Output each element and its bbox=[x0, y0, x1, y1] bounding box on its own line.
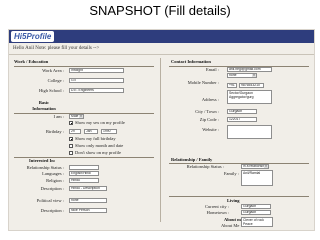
birthday-year-select[interactable]: 1990 bbox=[101, 129, 117, 134]
family-relationship-label: Relationship Status : bbox=[186, 164, 224, 169]
bday-full-checkbox[interactable] bbox=[69, 137, 73, 141]
chevron-down-icon: ▾ bbox=[252, 73, 256, 77]
iam-value: Male bbox=[71, 114, 79, 118]
family-relationship-select[interactable]: in a relationship ▾ bbox=[241, 164, 269, 169]
iam-select[interactable]: Male ▾ bbox=[69, 114, 84, 119]
family-textarea[interactable]: Anil/Ramlal bbox=[241, 170, 273, 186]
mobile-label: Mobile Number : bbox=[187, 80, 219, 85]
birthday-day-select[interactable]: 29 bbox=[69, 129, 81, 134]
city-label: City / Town : bbox=[195, 109, 219, 114]
chevron-down-icon: ▾ bbox=[264, 164, 268, 168]
work-education-heading: Work / Education bbox=[14, 59, 49, 64]
show-sex-label: Show my sex on my profile bbox=[75, 120, 125, 125]
email-visibility-value: none bbox=[229, 73, 237, 77]
address-textarea[interactable]: Sector/Gurgaon Aggregator/gurg bbox=[227, 90, 272, 104]
fill-details-notice: Hello Anil Note: please fill your detail… bbox=[13, 46, 100, 51]
high-school-field[interactable]: D.E. Engineers bbox=[69, 88, 124, 93]
website-textarea[interactable] bbox=[227, 125, 272, 139]
bday-hide-checkbox[interactable] bbox=[69, 151, 73, 155]
iam-label: I am : bbox=[53, 114, 65, 119]
profile-screenshot: Hi5Profile Hello Anil Note: please fill … bbox=[9, 30, 314, 230]
contact-info-heading: Contact Information bbox=[171, 59, 211, 64]
family-label: Family : bbox=[223, 171, 239, 176]
languages-label: Languages : bbox=[42, 171, 64, 176]
work-education-rule bbox=[14, 66, 154, 67]
site-logo[interactable]: Hi5Profile bbox=[11, 31, 55, 42]
interested-in-heading: Interested In: bbox=[29, 158, 56, 163]
zip-label: Zip Code : bbox=[199, 117, 219, 122]
relationship-status-field[interactable] bbox=[69, 165, 99, 170]
political-view-label: Political view : bbox=[36, 198, 64, 203]
political-view-field[interactable]: none bbox=[69, 198, 107, 203]
email-field[interactable]: anil.negi@gmail.com bbox=[227, 67, 272, 72]
about-me-label: About Me : bbox=[221, 223, 242, 228]
political-description-field[interactable]: Nice Person bbox=[69, 208, 107, 213]
birthday-month-select[interactable]: Jan bbox=[84, 129, 98, 134]
slide-title: SNAPSHOT (Fill details) bbox=[89, 3, 231, 18]
college-label: College : bbox=[47, 78, 64, 83]
bday-hide-label: Don't show on my profile bbox=[75, 150, 122, 155]
email-visibility-select[interactable]: none ▾ bbox=[227, 73, 257, 78]
religion-description-label: Description : bbox=[40, 186, 64, 191]
religion-description-field[interactable]: Hindu - Description bbox=[69, 186, 107, 191]
mobile-code-field[interactable]: +91 bbox=[227, 83, 237, 88]
zip-field[interactable]: 122017 bbox=[227, 117, 257, 122]
email-label: Email : bbox=[205, 67, 219, 72]
about-me-textarea[interactable]: Clever of rock Peace bbox=[241, 217, 273, 227]
religion-field[interactable]: Hindu bbox=[69, 178, 99, 183]
hometown-label: Hometown : bbox=[206, 210, 229, 215]
hometown-field[interactable]: Gurgaon bbox=[241, 210, 271, 215]
birthday-label: Birthday : bbox=[45, 129, 64, 134]
website-label: Website : bbox=[202, 127, 219, 132]
languages-field[interactable]: English/Hindi bbox=[69, 171, 99, 176]
header-bar: Hi5Profile bbox=[9, 30, 314, 43]
show-sex-checkbox[interactable] bbox=[69, 121, 73, 125]
bday-month-date-label: Show only month and date bbox=[75, 143, 124, 148]
bday-full-label: Show my full birthday bbox=[75, 136, 116, 141]
basic-info-heading: Basic Information bbox=[32, 100, 56, 111]
current-city-field[interactable]: Gurgaon bbox=[241, 204, 271, 209]
chevron-down-icon: ▾ bbox=[79, 114, 83, 118]
works-at-label: Work Area : bbox=[42, 68, 64, 73]
living-rule bbox=[169, 196, 309, 197]
column-divider bbox=[160, 58, 161, 222]
political-description-label: Description : bbox=[40, 208, 64, 213]
works-at-field[interactable]: Infolight bbox=[69, 68, 124, 73]
mobile-number-field[interactable]: 9876543210 bbox=[239, 83, 264, 88]
address-label: Address : bbox=[201, 97, 219, 102]
bday-month-date-checkbox[interactable] bbox=[69, 144, 73, 148]
religion-label: Religion : bbox=[46, 178, 64, 183]
college-field[interactable]: GIT bbox=[69, 78, 124, 83]
city-field[interactable]: Gurgaon bbox=[227, 109, 257, 114]
high-school-label: High School : bbox=[38, 88, 64, 93]
header-divider bbox=[9, 54, 314, 55]
